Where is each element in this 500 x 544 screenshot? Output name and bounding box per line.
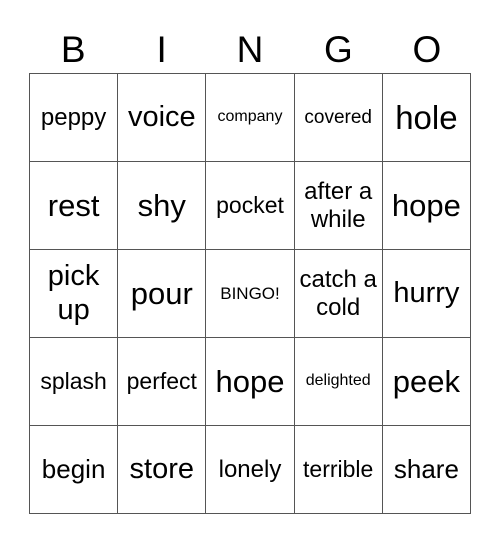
bingo-cell[interactable]: pick up xyxy=(30,250,119,338)
free-space-cell[interactable]: BINGO! xyxy=(206,250,295,338)
bingo-cell[interactable]: pocket xyxy=(206,162,295,250)
header-letter-n: N xyxy=(236,29,264,70)
bingo-cell[interactable]: shy xyxy=(118,162,207,250)
bingo-header: B I N G O xyxy=(29,28,471,72)
bingo-cell[interactable]: peek xyxy=(382,338,471,426)
bingo-cell[interactable]: covered xyxy=(294,74,383,162)
bingo-cell[interactable]: splash xyxy=(30,338,119,426)
bingo-grid: peppy voice company covered hole rest shy pocke… xyxy=(29,73,471,514)
bingo-cell[interactable]: rest xyxy=(30,162,119,250)
bingo-cell[interactable]: hope xyxy=(382,162,471,250)
bingo-cell[interactable]: company xyxy=(206,74,295,162)
bingo-cell[interactable]: peppy xyxy=(30,74,119,162)
bingo-cell[interactable]: terrible xyxy=(294,426,383,514)
header-letter-g: G xyxy=(324,29,353,70)
header-letter-o: O xyxy=(412,29,442,70)
bingo-cell[interactable]: hole xyxy=(382,74,471,162)
header-letter-b: B xyxy=(60,29,86,70)
bingo-cell[interactable]: hope xyxy=(206,338,295,426)
bingo-cell[interactable]: store xyxy=(118,426,207,514)
bingo-cell[interactable]: voice xyxy=(118,74,207,162)
bingo-cell[interactable]: delighted xyxy=(294,338,383,426)
header-letter-i: I xyxy=(156,29,167,70)
bingo-cell[interactable]: pour xyxy=(118,250,207,338)
bingo-cell[interactable]: begin xyxy=(30,426,119,514)
bingo-cell[interactable]: catch a cold xyxy=(294,250,383,338)
bingo-cell[interactable]: hurry xyxy=(382,250,471,338)
bingo-cell[interactable]: perfect xyxy=(118,338,207,426)
bingo-cell[interactable]: after a while xyxy=(294,162,383,250)
bingo-cell[interactable]: lonely xyxy=(206,426,295,514)
bingo-cell[interactable]: share xyxy=(382,426,471,514)
